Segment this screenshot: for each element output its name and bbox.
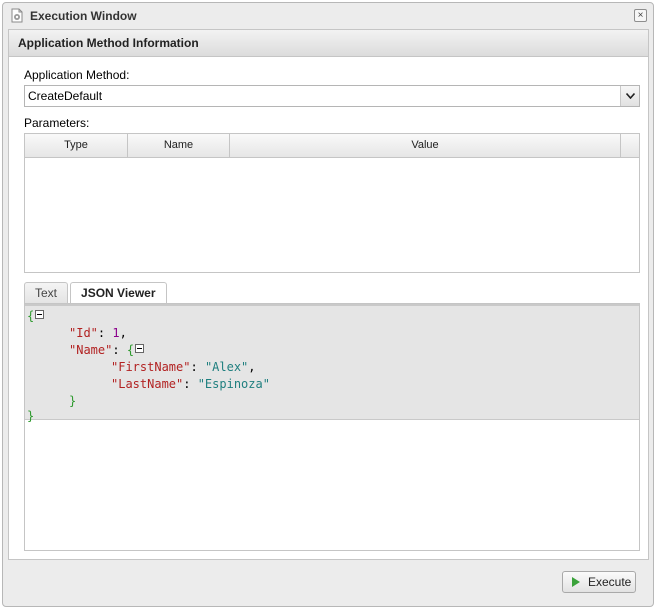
app-gear-icon bbox=[10, 8, 24, 23]
column-header-spacer bbox=[621, 134, 639, 157]
json-inner-close-brace: } bbox=[69, 394, 77, 408]
column-header-type[interactable]: Type bbox=[25, 134, 128, 157]
chevron-down-icon[interactable] bbox=[620, 86, 639, 106]
json-line-lastname: "LastName": "Espinoza" bbox=[111, 377, 270, 391]
execute-button[interactable]: Execute bbox=[562, 571, 636, 593]
method-info-panel: Application Method Information Applicati… bbox=[8, 29, 649, 560]
grid-header: Type Name Value bbox=[25, 134, 639, 158]
collapse-toggle-icon[interactable] bbox=[135, 344, 145, 353]
column-header-name[interactable]: Name bbox=[128, 134, 230, 157]
execute-button-label: Execute bbox=[588, 575, 632, 589]
json-value-firstname: "Alex" bbox=[204, 360, 249, 374]
method-select[interactable]: CreateDefault bbox=[24, 85, 640, 107]
tab-json-viewer[interactable]: JSON Viewer bbox=[70, 282, 167, 304]
json-tree: { "Id": 1, "Name": { "FirstName": "Alex"… bbox=[25, 304, 639, 423]
parameters-label: Parameters: bbox=[24, 116, 90, 130]
column-header-value[interactable]: Value bbox=[230, 134, 621, 157]
viewer-tabs: Text JSON Viewer bbox=[24, 282, 169, 304]
method-select-value: CreateDefault bbox=[28, 89, 103, 103]
tab-text[interactable]: Text bbox=[24, 282, 69, 303]
parameters-grid: Type Name Value bbox=[24, 133, 640, 273]
play-icon bbox=[572, 577, 580, 587]
json-viewer-panel: { "Id": 1, "Name": { "FirstName": "Alex"… bbox=[24, 303, 640, 551]
window-titlebar[interactable]: Execution Window × bbox=[3, 3, 653, 29]
execution-window: Execution Window × Application Method In… bbox=[2, 2, 654, 607]
json-key-lastname: "LastName" bbox=[111, 377, 184, 391]
json-open-brace: { bbox=[27, 309, 35, 323]
window-title: Execution Window bbox=[30, 9, 137, 23]
json-line-name: "Name": { bbox=[69, 342, 145, 358]
json-value-lastname: "Espinoza" bbox=[197, 377, 270, 391]
close-button[interactable]: × bbox=[634, 9, 647, 22]
json-line-id: "Id": 1, bbox=[69, 326, 127, 340]
json-key-name: "Name" bbox=[69, 343, 113, 357]
panel-header: Application Method Information bbox=[9, 30, 648, 57]
method-label: Application Method: bbox=[24, 68, 130, 82]
json-key-firstname: "FirstName" bbox=[111, 360, 191, 374]
collapse-toggle-icon[interactable] bbox=[35, 310, 45, 319]
json-value-id: 1 bbox=[112, 326, 120, 340]
json-line-open: { bbox=[27, 308, 45, 324]
close-icon: × bbox=[637, 9, 644, 21]
json-line-firstname: "FirstName": "Alex", bbox=[111, 360, 256, 374]
json-close-brace: } bbox=[27, 409, 35, 423]
json-key-id: "Id" bbox=[69, 326, 98, 340]
